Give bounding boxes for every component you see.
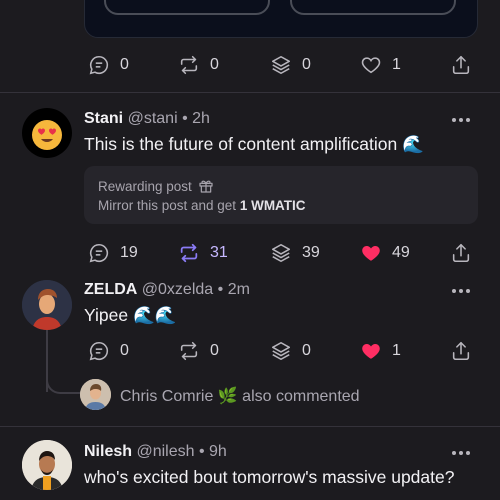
share-icon bbox=[452, 243, 470, 263]
reply-text: Yipee 🌊🌊 bbox=[84, 305, 177, 325]
like-count: 1 bbox=[392, 56, 401, 73]
mirror-count: 0 bbox=[210, 342, 219, 359]
author-name[interactable]: Nilesh bbox=[84, 443, 132, 460]
post-actions: 19 31 39 49 bbox=[84, 240, 484, 266]
leaf-emoji-icon: 🌿 bbox=[217, 388, 238, 405]
share-icon bbox=[452, 55, 470, 75]
author-handle[interactable]: @0xzelda bbox=[142, 281, 213, 298]
post-header: Nilesh @nilesh • 9h bbox=[84, 443, 227, 461]
author-handle[interactable]: @stani bbox=[128, 110, 178, 127]
post-text: who's excited bout tomorrow's massive up… bbox=[84, 467, 455, 487]
avatar[interactable] bbox=[22, 280, 72, 330]
heart-filled-icon bbox=[362, 245, 380, 261]
comment-button[interactable]: 0 bbox=[88, 52, 129, 78]
separator-dot: • bbox=[217, 281, 224, 298]
heart-eyes-emoji-icon bbox=[32, 120, 62, 150]
commenter-avatar[interactable] bbox=[80, 379, 111, 410]
collect-button[interactable]: 0 bbox=[270, 52, 311, 78]
more-options-button[interactable] bbox=[452, 117, 470, 123]
post-text: This is the future of content amplificat… bbox=[84, 134, 424, 154]
collect-count: 39 bbox=[302, 244, 320, 261]
collect-icon bbox=[271, 341, 291, 361]
collect-count: 0 bbox=[302, 56, 311, 73]
separator-dot: • bbox=[182, 110, 188, 127]
like-button[interactable]: 1 bbox=[360, 338, 401, 364]
separator-dot: • bbox=[198, 443, 205, 460]
commenter-name[interactable]: Chris Comrie bbox=[120, 388, 213, 405]
thread-connector bbox=[46, 372, 80, 394]
more-options-button[interactable] bbox=[452, 288, 470, 294]
share-button[interactable] bbox=[450, 240, 472, 266]
also-commented-text: also commented bbox=[242, 388, 360, 405]
avatar-figure-icon bbox=[80, 379, 111, 410]
avatar-figure-icon bbox=[22, 280, 72, 330]
divider bbox=[0, 426, 500, 427]
comment-count: 0 bbox=[120, 56, 129, 73]
share-icon bbox=[452, 341, 470, 361]
mirror-button[interactable]: 31 bbox=[178, 240, 228, 266]
like-count: 1 bbox=[392, 342, 401, 359]
top-post-actions: 0 0 0 1 bbox=[84, 52, 484, 78]
collect-icon bbox=[271, 243, 291, 263]
avatar[interactable] bbox=[22, 440, 72, 490]
mirror-button[interactable]: 0 bbox=[178, 338, 219, 364]
collect-icon bbox=[271, 55, 291, 75]
like-button[interactable]: 49 bbox=[360, 240, 410, 266]
avatar[interactable] bbox=[22, 108, 72, 158]
also-commented[interactable]: Chris Comrie 🌿 also commented bbox=[120, 386, 360, 406]
share-button[interactable] bbox=[450, 338, 472, 364]
post-time: 2h bbox=[192, 110, 210, 127]
comment-icon bbox=[89, 341, 109, 361]
reward-amount: 1 WMATIC bbox=[239, 198, 306, 213]
heart-filled-icon bbox=[362, 343, 380, 359]
mirror-button[interactable]: 0 bbox=[178, 52, 219, 78]
author-handle[interactable]: @nilesh bbox=[136, 443, 194, 460]
share-button[interactable] bbox=[450, 52, 472, 78]
mirror-icon bbox=[180, 341, 198, 361]
reward-title-text: Rewarding post bbox=[98, 178, 192, 194]
comment-count: 19 bbox=[120, 244, 138, 261]
mirror-icon-active bbox=[180, 243, 198, 263]
gift-icon bbox=[199, 180, 213, 193]
post-header: Stani @stani • 2h bbox=[84, 110, 210, 128]
mirror-count: 31 bbox=[210, 244, 228, 261]
reply-actions: 0 0 0 1 bbox=[84, 338, 484, 364]
reward-desc-prefix: Mirror this post and get bbox=[98, 198, 240, 213]
comment-count: 0 bbox=[120, 342, 129, 359]
comment-button[interactable]: 0 bbox=[88, 338, 129, 364]
post-time: 2m bbox=[227, 281, 250, 298]
post-time: 9h bbox=[209, 443, 227, 460]
media-button-right[interactable] bbox=[290, 0, 456, 15]
reply-header: ZELDA @0xzelda • 2m bbox=[84, 281, 250, 299]
comment-icon bbox=[89, 243, 109, 263]
reward-title: Rewarding post bbox=[98, 178, 214, 194]
avatar-figure-icon bbox=[22, 440, 72, 490]
mirror-count: 0 bbox=[210, 56, 219, 73]
author-name[interactable]: Stani bbox=[84, 110, 123, 127]
author-name[interactable]: ZELDA bbox=[84, 281, 137, 298]
collect-count: 0 bbox=[302, 342, 311, 359]
reward-card[interactable] bbox=[84, 166, 478, 224]
heart-outline-icon bbox=[361, 57, 381, 74]
comment-button[interactable]: 19 bbox=[88, 240, 138, 266]
reward-description: Mirror this post and get 1 WMATIC bbox=[98, 198, 306, 213]
media-button-left[interactable] bbox=[104, 0, 270, 15]
divider bbox=[0, 92, 500, 93]
like-button[interactable]: 1 bbox=[360, 52, 401, 78]
like-count: 49 bbox=[392, 244, 410, 261]
collect-button[interactable]: 0 bbox=[270, 338, 311, 364]
more-options-button[interactable] bbox=[452, 450, 470, 456]
mirror-icon bbox=[180, 55, 198, 75]
comment-icon bbox=[89, 55, 109, 75]
collect-button[interactable]: 39 bbox=[270, 240, 320, 266]
